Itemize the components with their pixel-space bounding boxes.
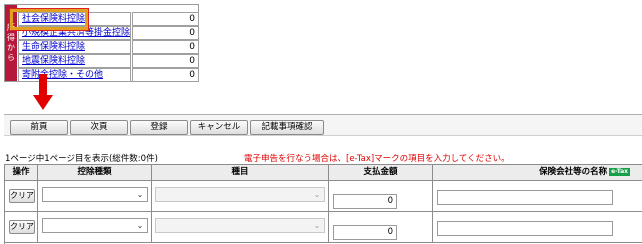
deduction-amount: 0 — [132, 26, 199, 40]
header-deduction-type: 控除種類 — [38, 165, 152, 181]
prev-page-button[interactable]: 前頁 — [10, 120, 68, 135]
deduction-type-select[interactable]: ⌄ — [42, 187, 148, 202]
cancel-button[interactable]: キャンセル — [190, 120, 248, 135]
chevron-down-icon: ⌄ — [136, 190, 144, 199]
header-operation: 操作 — [5, 165, 38, 181]
chevron-down-icon: ⌄ — [313, 221, 321, 230]
deduction-entry-grid: 操作 控除種類 種目 支払金額 保険会社等の名称e-Tax クリア ⌄ ⌄ 0 — [4, 164, 642, 244]
deduction-type-select[interactable]: ⌄ — [42, 218, 148, 233]
deduction-amount: 0 — [132, 68, 199, 82]
deduction-row-small-business: 小規模企業共済等掛金控除 0 — [18, 26, 199, 40]
toolbar: 前頁 次頁 登録 キャンセル 記載事項確認 — [4, 114, 642, 136]
item-select[interactable]: ⌄ — [155, 218, 325, 233]
etax-notice: 電子申告を行なう場合は、[e-Tax]マークの項目を入力してください。 — [244, 154, 510, 164]
chevron-down-icon: ⌄ — [136, 221, 144, 230]
social-insurance-link[interactable]: 社会保険料控除 — [22, 14, 85, 24]
arrow-down-icon — [39, 74, 47, 96]
company-name-input[interactable] — [437, 190, 613, 205]
chevron-down-icon: ⌄ — [313, 190, 321, 199]
header-amount-paid: 支払金額 — [329, 165, 433, 181]
side-label: 所 得 か ら — [5, 5, 17, 81]
amount-paid-input[interactable]: 0 — [333, 194, 397, 209]
deduction-summary-table: 所 得 か ら 社会保険料控除 0 小規模企業共済等掛金控除 0 生命保険料控除… — [4, 4, 199, 82]
confirm-entries-button[interactable]: 記載事項確認 — [250, 120, 324, 135]
register-button[interactable]: 登録 — [130, 120, 188, 135]
next-page-button[interactable]: 次頁 — [70, 120, 128, 135]
deduction-row-life-insurance: 生命保険料控除 0 — [18, 40, 199, 54]
deduction-amount: 0 — [132, 12, 199, 26]
company-name-input[interactable] — [437, 221, 613, 236]
clear-button[interactable]: クリア — [9, 220, 35, 234]
page-info: 1ページ中1ページ目を表示(総件数:0件) — [5, 154, 158, 164]
clear-button[interactable]: クリア — [9, 189, 35, 203]
header-item: 種目 — [152, 165, 329, 181]
deduction-row-social-insurance: 社会保険料控除 0 — [18, 12, 199, 26]
header-company-name: 保険会社等の名称 e-Tax — [433, 165, 642, 181]
earthquake-insurance-link[interactable]: 地震保険料控除 — [22, 56, 85, 66]
life-insurance-link[interactable]: 生命保険料控除 — [22, 42, 85, 52]
donation-link[interactable]: 寄附金控除・その他 — [22, 70, 103, 80]
item-select[interactable]: ⌄ — [155, 187, 325, 202]
deduction-amount: 0 — [132, 40, 199, 54]
table-row: クリア ⌄ ⌄ 0 — [5, 181, 642, 212]
table-row: クリア ⌄ ⌄ 0 — [5, 212, 642, 243]
deduction-row-earthquake-insurance: 地震保険料控除 0 — [18, 54, 199, 68]
small-business-mutual-aid-link[interactable]: 小規模企業共済等掛金控除 — [22, 28, 130, 38]
arrow-head-icon — [33, 95, 53, 110]
deduction-amount: 0 — [132, 54, 199, 68]
amount-paid-input[interactable]: 0 — [333, 225, 397, 240]
etax-badge-icon: e-Tax — [609, 167, 630, 176]
